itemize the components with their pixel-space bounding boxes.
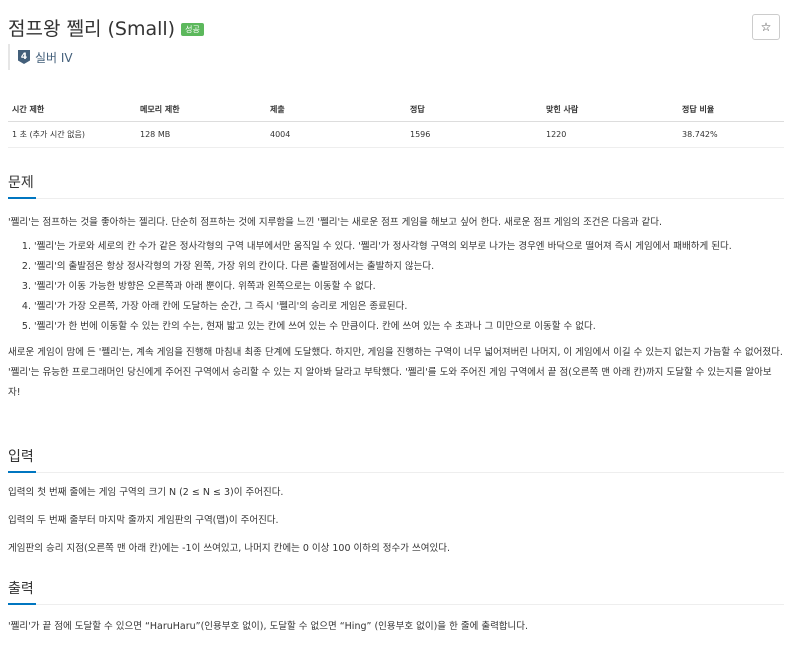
title-row: 점프왕 쩰리 (Small) 성공 <box>8 14 204 40</box>
input-line-3: 게임판의 승리 지점(오른쪽 맨 아래 칸)에는 -1이 쓰여있고, 나머지 칸… <box>8 543 450 554</box>
input-line-1: 입력의 첫 번째 줄에는 게임 구역의 크기 N (2 ≤ N ≤ 3)이 주어… <box>8 487 284 498</box>
rule-item: '쩰리'가 가장 오른쪽, 가장 아래 칸에 도달하는 순간, 그 즉시 '쩰리… <box>34 297 784 317</box>
problem-rules-list: '쩰리'는 가로와 세로의 칸 수가 같은 정사각형의 구역 내부에서만 움직일… <box>8 237 784 337</box>
info-header-row: 시간 제한 메모리 제한 제출 정답 맞힌 사람 정답 비율 <box>8 104 784 122</box>
info-header-accepted: 정답 <box>406 104 542 122</box>
info-value-row: 1 초 (추가 시간 없음) 128 MB 4004 1596 1220 38.… <box>8 121 784 148</box>
input-line-2: 입력의 두 번째 줄부터 마지막 줄까지 게임판의 구역(맵)이 주어진다. <box>8 515 279 526</box>
problem-section: 문제 '쩰리'는 점프하는 것을 좋아하는 젤리다. 단순히 점프하는 것에 지… <box>8 172 784 403</box>
rule-item: '쩰리'는 가로와 세로의 칸 수가 같은 정사각형의 구역 내부에서만 움직일… <box>34 237 784 257</box>
problem-outro: 새로운 게임이 맘에 든 '쩰리'는, 계속 게임을 진행해 마침내 최종 단계… <box>8 347 783 398</box>
info-header-solvers: 맞힌 사람 <box>542 104 678 122</box>
info-time-limit: 1 초 (추가 시간 없음) <box>8 121 136 148</box>
info-accepted: 1596 <box>406 121 542 148</box>
rule-item: '쩰리'의 출발점은 항상 정사각형의 가장 왼쪽, 가장 위의 칸이다. 다른… <box>34 257 784 277</box>
input-section: 입력 입력의 첫 번째 줄에는 게임 구역의 크기 N (2 ≤ N ≤ 3)이… <box>8 446 784 559</box>
output-section: 출력 '쩰리'가 끝 점에 도달할 수 있으면 “HaruHaru”(인용부호 … <box>8 578 784 637</box>
rule-item: '쩰리'가 이동 가능한 방향은 오른쪽과 아래 뿐이다. 위쪽과 왼쪽으로는 … <box>34 277 784 297</box>
output-line: '쩰리'가 끝 점에 도달할 수 있으면 “HaruHaru”(인용부호 없이)… <box>8 621 529 632</box>
problem-info-table: 시간 제한 메모리 제한 제출 정답 맞힌 사람 정답 비율 1 초 (추가 시… <box>8 104 784 148</box>
problem-intro: '쩰리'는 점프하는 것을 좋아하는 젤리다. 단순히 점프하는 것에 지루함을… <box>8 217 663 228</box>
info-header-time-limit: 시간 제한 <box>8 104 136 122</box>
favorite-button[interactable]: ☆ <box>752 14 780 40</box>
output-heading: 출력 <box>8 578 784 605</box>
info-submissions: 4004 <box>266 121 406 148</box>
info-header-memory-limit: 메모리 제한 <box>136 104 266 122</box>
info-solvers: 1220 <box>542 121 678 148</box>
problem-heading: 문제 <box>8 172 784 199</box>
info-ratio: 38.742% <box>678 121 784 148</box>
problem-title: 점프왕 쩰리 (Small) <box>8 17 176 40</box>
tier-info: 4 실버 IV <box>8 44 73 70</box>
tier-badge-icon: 4 <box>18 50 30 64</box>
input-heading: 입력 <box>8 446 784 473</box>
info-header-ratio: 정답 비율 <box>678 104 784 122</box>
info-header-submissions: 제출 <box>266 104 406 122</box>
info-memory-limit: 128 MB <box>136 121 266 148</box>
tier-name[interactable]: 실버 IV <box>35 49 73 66</box>
rule-item: '쩰리'가 한 번에 이동할 수 있는 칸의 수는, 현재 밟고 있는 칸에 쓰… <box>34 317 784 337</box>
status-badge: 성공 <box>181 22 204 36</box>
star-icon: ☆ <box>760 20 772 34</box>
